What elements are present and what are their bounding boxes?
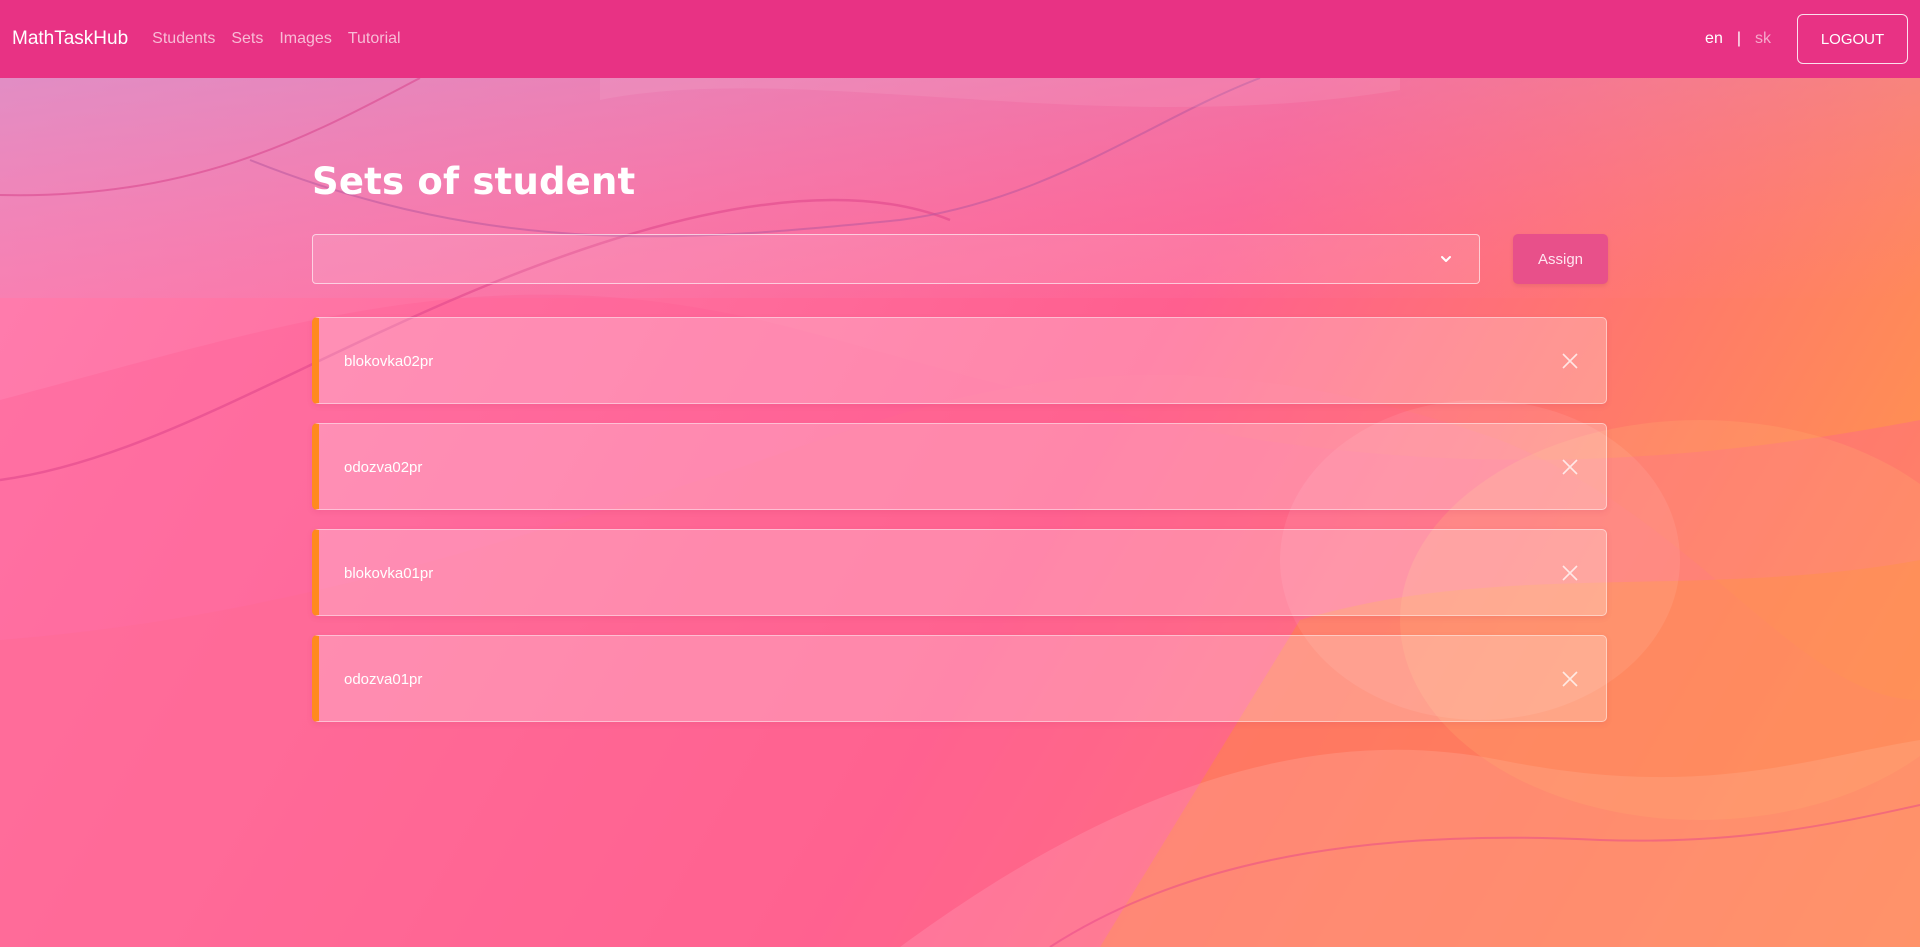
set-item[interactable]: blokovka02pr — [312, 317, 1607, 404]
brand-logo[interactable]: MathTaskHub — [12, 28, 128, 50]
set-item[interactable]: blokovka01pr — [312, 529, 1607, 616]
set-item[interactable]: odozva01pr — [312, 635, 1607, 722]
set-name: blokovka02pr — [344, 353, 434, 370]
nav-link-students[interactable]: Students — [152, 30, 215, 48]
language-separator: | — [1736, 30, 1741, 47]
assign-controls: Assign — [312, 234, 1608, 284]
language-en[interactable]: en — [1705, 30, 1723, 48]
nav-link-sets[interactable]: Sets — [231, 30, 263, 48]
nav-link-images[interactable]: Images — [279, 30, 331, 48]
nav-right: en | sk LOGOUT — [1705, 14, 1908, 64]
close-icon[interactable] — [1560, 669, 1580, 689]
main-content: Sets of student Assign blokovka02pr odoz… — [312, 78, 1608, 722]
close-icon[interactable] — [1560, 351, 1580, 371]
logout-button[interactable]: LOGOUT — [1797, 14, 1908, 64]
set-item[interactable]: odozva02pr — [312, 423, 1607, 510]
set-name: odozva01pr — [344, 671, 423, 688]
close-icon[interactable] — [1560, 563, 1580, 583]
language-sk[interactable]: sk — [1755, 30, 1771, 48]
assign-button[interactable]: Assign — [1513, 234, 1608, 284]
set-list: blokovka02pr odozva02pr blokovka01pr odo… — [312, 317, 1608, 722]
set-name: blokovka01pr — [344, 565, 434, 582]
set-select[interactable] — [312, 234, 1480, 284]
top-navbar: MathTaskHub Students Sets Images Tutoria… — [0, 0, 1920, 78]
chevron-down-icon — [1441, 256, 1451, 262]
nav-link-tutorial[interactable]: Tutorial — [348, 30, 401, 48]
close-icon[interactable] — [1560, 457, 1580, 477]
set-name: odozva02pr — [344, 459, 423, 476]
nav-links: Students Sets Images Tutorial — [152, 30, 400, 48]
page-title: Sets of student — [312, 160, 636, 203]
